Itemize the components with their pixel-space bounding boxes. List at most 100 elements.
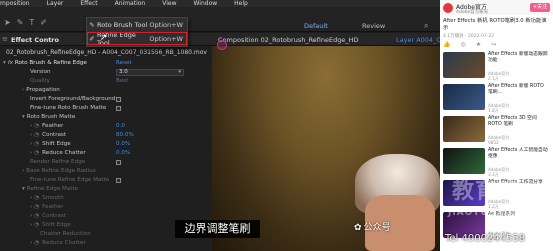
reduce-chatter-label: Reduce Chatter xyxy=(42,150,86,156)
version-select[interactable]: 3.0 ▾ xyxy=(116,68,184,76)
wechat-label-text: 公众号 xyxy=(363,223,391,233)
roto-brush-tool-label: Roto Brush Tool xyxy=(97,20,148,29)
workspace-review[interactable]: Review xyxy=(362,22,385,30)
render-refine-checkbox[interactable] xyxy=(116,159,121,165)
roto-brush-icon: ✎ xyxy=(89,20,95,29)
base-refine-label: Base Refine Edge Radius xyxy=(26,168,96,174)
mouse-cursor-icon: ➚ xyxy=(100,33,108,43)
wechat-icon: ✿ xyxy=(354,223,362,233)
composition-tab[interactable]: Composition 02_Rotobrush_RefineEdge_HD xyxy=(218,36,359,44)
menu-animation[interactable]: Animation xyxy=(115,0,146,7)
shift-edge-value[interactable]: 0.0% xyxy=(116,141,130,147)
effect-controls-tab[interactable]: Effect Contro xyxy=(11,36,59,44)
expand-arrow-icon[interactable]: › xyxy=(30,123,32,129)
expand-arrow-icon[interactable]: › xyxy=(30,132,32,138)
finetune-refine-checkbox[interactable] xyxy=(116,177,121,183)
propagation-label: Propagation xyxy=(26,87,60,93)
menu-composition[interactable]: mposition xyxy=(0,0,30,7)
effect-row: › ◔ Reduce Chatter xyxy=(0,239,212,247)
effect-row: › ◔ Smooth xyxy=(0,194,212,202)
effect-row: Render Refine Edge xyxy=(0,158,212,166)
share-icon[interactable]: ↪ xyxy=(491,41,496,48)
menu-window[interactable]: Window xyxy=(193,0,217,7)
recommendation-card[interactable]: After Effects 3D 空间 ROTO 笔刷 Adobe官方 9852 xyxy=(443,116,551,145)
expand-arrow-icon[interactable]: › xyxy=(30,195,32,201)
like-icon[interactable]: 👍 xyxy=(443,41,450,48)
type-tool-icon[interactable]: T xyxy=(29,18,34,27)
stopwatch-icon[interactable]: ◔ xyxy=(34,222,39,228)
effect-controls-panel: ≡ Effect Contro 02_Rotobrush_RefineEdge_… xyxy=(0,33,212,251)
collapse-arrow-icon[interactable]: ▾ xyxy=(22,186,25,192)
effect-name: Roto Brush & Refine Edge xyxy=(14,60,87,66)
stopwatch-icon[interactable]: ◔ xyxy=(34,123,39,129)
watermark-logo: 教育宝 xyxy=(452,179,522,204)
follow-button[interactable]: +关注 xyxy=(530,3,550,12)
stopwatch-icon[interactable]: ◔ xyxy=(34,141,39,147)
collapse-arrow-icon[interactable]: ▾ xyxy=(22,114,25,120)
effect-row[interactable]: › Propagation xyxy=(0,86,212,94)
contrast-value[interactable]: 80.0% xyxy=(116,132,134,138)
stopwatch-icon[interactable]: ◔ xyxy=(34,195,39,201)
invert-label: Invert Foreground/Background xyxy=(30,96,116,102)
pen-tool-icon[interactable]: ✎ xyxy=(17,18,24,27)
tool-icons: ➤ ✎ T ✐ xyxy=(4,18,47,27)
coin-icon[interactable]: ◎ xyxy=(460,41,465,48)
avatar[interactable] xyxy=(443,3,453,13)
stopwatch-icon[interactable]: ◔ xyxy=(34,240,39,246)
expand-arrow-icon[interactable]: › xyxy=(30,150,32,156)
expand-arrow-icon[interactable]: › xyxy=(30,141,32,147)
stopwatch-icon[interactable]: ◔ xyxy=(34,150,39,156)
recommendation-card[interactable]: After Effects 新版 ROTO 笔刷... Adobe官方 1.8万 xyxy=(443,84,551,113)
effect-row: Quality Best xyxy=(0,77,212,85)
menu-view[interactable]: View xyxy=(162,0,176,7)
collapse-arrow-icon[interactable]: ▾ xyxy=(3,60,6,66)
expand-arrow-icon[interactable]: › xyxy=(30,213,32,219)
wechat-label: ✿ 公众号 xyxy=(354,220,391,233)
finetune-refine-label: Fine-tune Refine Edge Matte xyxy=(30,177,110,183)
roto-brush-shortcut: Option+W xyxy=(149,20,183,29)
recommendation-plays: 2.1万 xyxy=(488,76,499,81)
effect-row: › ◔ Feather 0.0 xyxy=(0,122,212,130)
expand-arrow-icon[interactable]: › xyxy=(30,204,32,210)
expand-arrow-icon[interactable]: › xyxy=(22,168,24,174)
fx-icon[interactable]: fx xyxy=(8,60,13,66)
panel-menu-icon[interactable]: ≡ xyxy=(2,35,8,43)
menu-effect[interactable]: Effect xyxy=(80,0,97,7)
effect-row: Fine-tune Roto Brush Matte xyxy=(0,104,212,112)
chevron-down-icon: ▾ xyxy=(178,68,181,75)
stopwatch-icon[interactable]: ◔ xyxy=(34,204,39,210)
menu-layer[interactable]: Layer xyxy=(47,0,64,7)
quality-value[interactable]: Best xyxy=(116,78,128,84)
recommendation-card[interactable]: After Effects 新版动态跟踪功能 Adobe官方 2.1万 xyxy=(443,52,551,81)
stopwatch-icon[interactable]: ◔ xyxy=(34,213,39,219)
favorite-icon[interactable]: ★ xyxy=(476,41,481,48)
video-meta: 4.1万播放 · 2022-07-22 xyxy=(443,34,495,39)
reduce-chatter-value[interactable]: 0.0% xyxy=(116,150,130,156)
effect-row[interactable]: ▾ Refine Edge Matte xyxy=(0,185,212,193)
effect-row: Fine-tune Refine Edge Matte xyxy=(0,176,212,184)
search-icon[interactable]: ⌕ xyxy=(424,21,428,31)
expand-arrow-icon[interactable]: › xyxy=(30,222,32,228)
shift-edge-2-label: Shift Edge xyxy=(42,222,71,228)
effect-row-roto-brush[interactable]: ▾ fx Roto Brush & Refine Edge Reset xyxy=(0,59,212,67)
selection-tool-icon[interactable]: ➤ xyxy=(4,18,11,27)
workspace-default[interactable]: Default xyxy=(304,22,328,30)
effect-row[interactable]: ▾ Roto Brush Matte xyxy=(0,113,212,121)
recommendation-plays: 1.8万 xyxy=(488,108,499,113)
recommendation-title: After Effects 3D 空间 ROTO 笔刷 xyxy=(488,116,537,127)
roto-brush-tool-item[interactable]: ✎ Roto Brush Tool Option+W xyxy=(87,19,187,30)
expand-arrow-icon[interactable]: › xyxy=(22,87,24,93)
expand-arrow-icon[interactable]: › xyxy=(30,240,32,246)
quality-label: Quality xyxy=(30,78,50,84)
watermark-phone: Tel 4000244558 xyxy=(445,233,526,244)
feather-value[interactable]: 0.0 xyxy=(116,123,125,129)
refine-edge-matte-label: Refine Edge Matte xyxy=(26,186,79,192)
finetune-roto-checkbox[interactable] xyxy=(116,105,121,111)
video-thumbnail xyxy=(443,148,485,174)
invert-checkbox[interactable] xyxy=(116,96,121,102)
stopwatch-icon[interactable]: ◔ xyxy=(34,132,39,138)
reset-button[interactable]: Reset xyxy=(116,60,132,66)
brush-tool-icon[interactable]: ✐ xyxy=(40,18,47,27)
menu-help[interactable]: Help xyxy=(234,0,248,7)
shift-edge-label: Shift Edge xyxy=(42,141,71,147)
